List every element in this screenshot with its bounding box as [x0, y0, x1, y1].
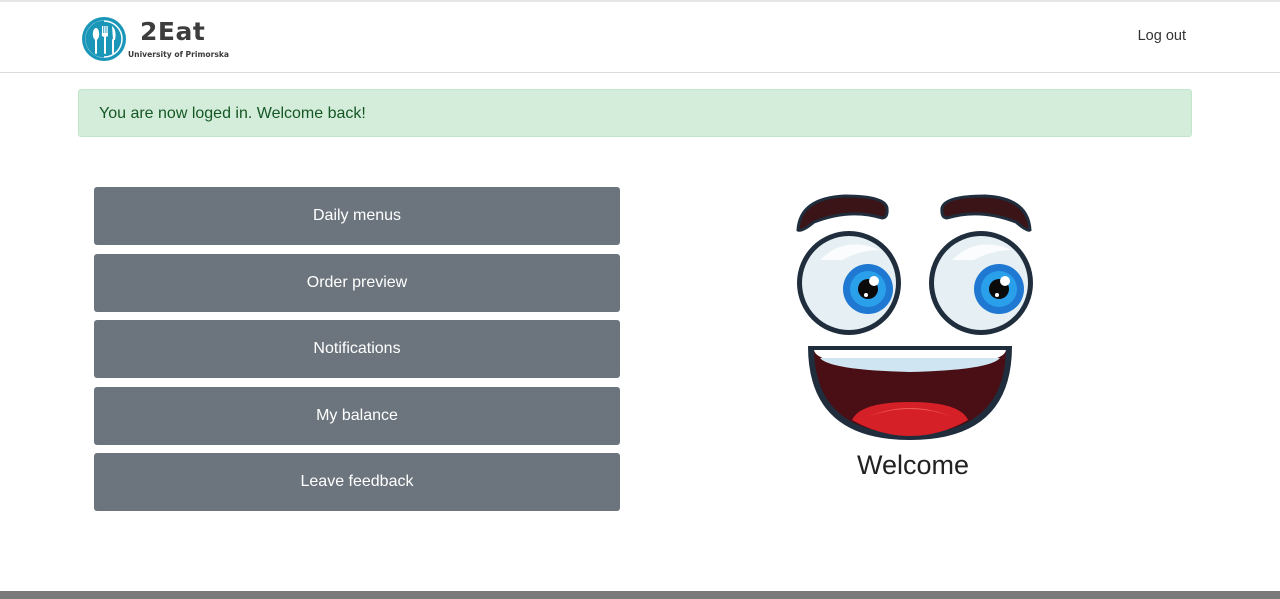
brand-name: 2Eat [140, 17, 206, 46]
notifications-button[interactable]: Notifications [94, 320, 620, 378]
footer-bar [0, 591, 1280, 599]
success-alert: You are now loged in. Welcome back! [78, 89, 1192, 137]
brand-logo[interactable]: 2Eat University of Primorska [81, 15, 241, 63]
brand-subtitle: University of Primorska [128, 50, 230, 59]
logout-link[interactable]: Log out [1138, 28, 1186, 44]
order-preview-button[interactable]: Order preview [94, 254, 620, 312]
daily-menus-button[interactable]: Daily menus [94, 187, 620, 245]
leave-feedback-button[interactable]: Leave feedback [94, 453, 620, 511]
my-balance-button[interactable]: My balance [94, 387, 620, 445]
fork-spoon-logo-icon [82, 17, 126, 61]
alert-message: You are now loged in. Welcome back! [99, 105, 366, 122]
smiling-face-icon [796, 194, 1033, 440]
navbar: 2Eat University of Primorska Log out [0, 2, 1280, 73]
welcome-caption: Welcome [857, 450, 970, 480]
